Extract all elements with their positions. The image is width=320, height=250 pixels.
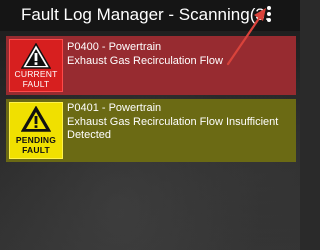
status-badge-label: CURRENT FAULT — [10, 69, 62, 89]
fault-card-pending[interactable]: PENDING FAULT P0401 - Powertrain Exhaust… — [6, 99, 296, 162]
status-line-1: PENDING — [15, 135, 57, 145]
status-badge-label: PENDING FAULT — [10, 135, 62, 155]
app-bar: Fault Log Manager - Scanning(3... — [0, 0, 300, 31]
fault-code: P0401 - Powertrain — [67, 102, 162, 114]
warning-triangle-icon — [21, 106, 51, 132]
status-badge-pending: PENDING FAULT — [9, 102, 63, 159]
status-line-1: CURRENT — [14, 69, 58, 79]
fault-log-screen: Fault Log Manager - Scanning(3... CURREN… — [0, 0, 300, 250]
status-line-2: FAULT — [22, 79, 50, 89]
status-badge-current: CURRENT FAULT — [9, 39, 63, 92]
fault-code: P0400 - Powertrain — [67, 41, 162, 53]
fault-description: Exhaust Gas Recirculation Flow Insuffici… — [67, 116, 279, 141]
status-line-2: FAULT — [22, 145, 50, 155]
more-vert-icon — [267, 6, 271, 22]
overflow-menu-button[interactable] — [261, 1, 277, 27]
fault-description: Exhaust Gas Recirculation Flow — [67, 55, 223, 67]
app-title: Fault Log Manager - Scanning(3... — [21, 5, 271, 24]
warning-triangle-icon — [21, 43, 51, 69]
fault-card-current[interactable]: CURRENT FAULT P0400 - Powertrain Exhaust… — [6, 36, 296, 95]
